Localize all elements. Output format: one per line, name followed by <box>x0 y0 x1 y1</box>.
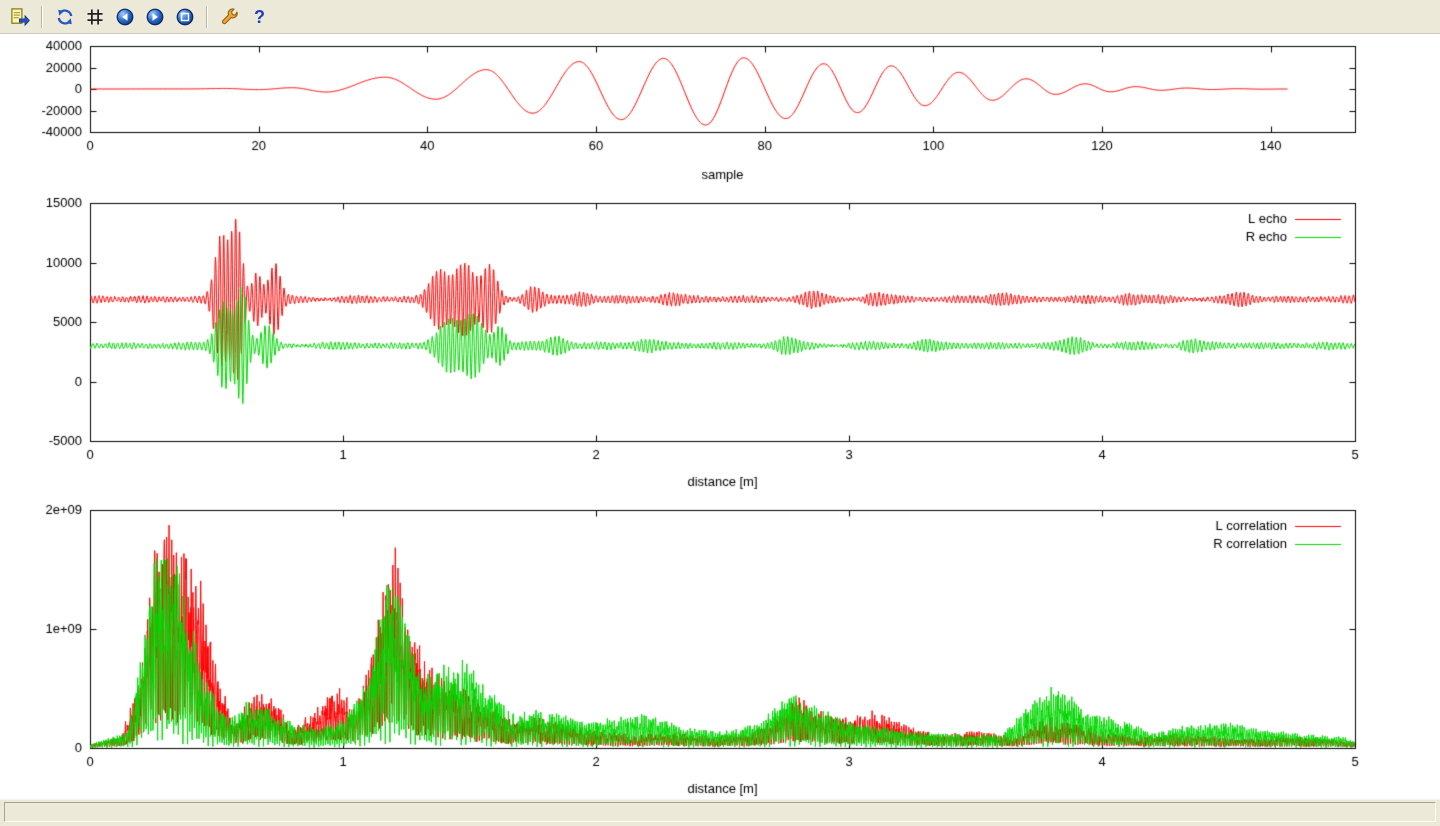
autoscale-icon <box>175 7 195 27</box>
zoom-next-button[interactable] <box>141 3 168 30</box>
configure-icon <box>220 7 240 27</box>
zoom-previous-icon <box>115 7 135 27</box>
toolbar: ? <box>0 0 1440 34</box>
copy-clipboard-icon <box>10 7 30 27</box>
plots-canvas[interactable] <box>0 34 1440 798</box>
autoscale-button[interactable] <box>171 3 198 30</box>
grid-icon <box>85 7 105 27</box>
replot-button[interactable] <box>51 3 78 30</box>
grid-toggle-button[interactable] <box>81 3 108 30</box>
zoom-previous-button[interactable] <box>111 3 138 30</box>
help-icon: ? <box>254 8 265 26</box>
help-button[interactable]: ? <box>246 3 273 30</box>
toolbar-separator <box>41 6 43 28</box>
toolbar-separator <box>206 6 208 28</box>
configure-button[interactable] <box>216 3 243 30</box>
gnuplot-window: ? <box>0 0 1440 825</box>
status-bar <box>0 798 1440 826</box>
replot-icon <box>55 7 75 27</box>
zoom-next-icon <box>145 7 165 27</box>
status-field <box>4 802 1436 822</box>
copy-clipboard-button[interactable] <box>6 3 33 30</box>
plot-area <box>0 34 1440 798</box>
